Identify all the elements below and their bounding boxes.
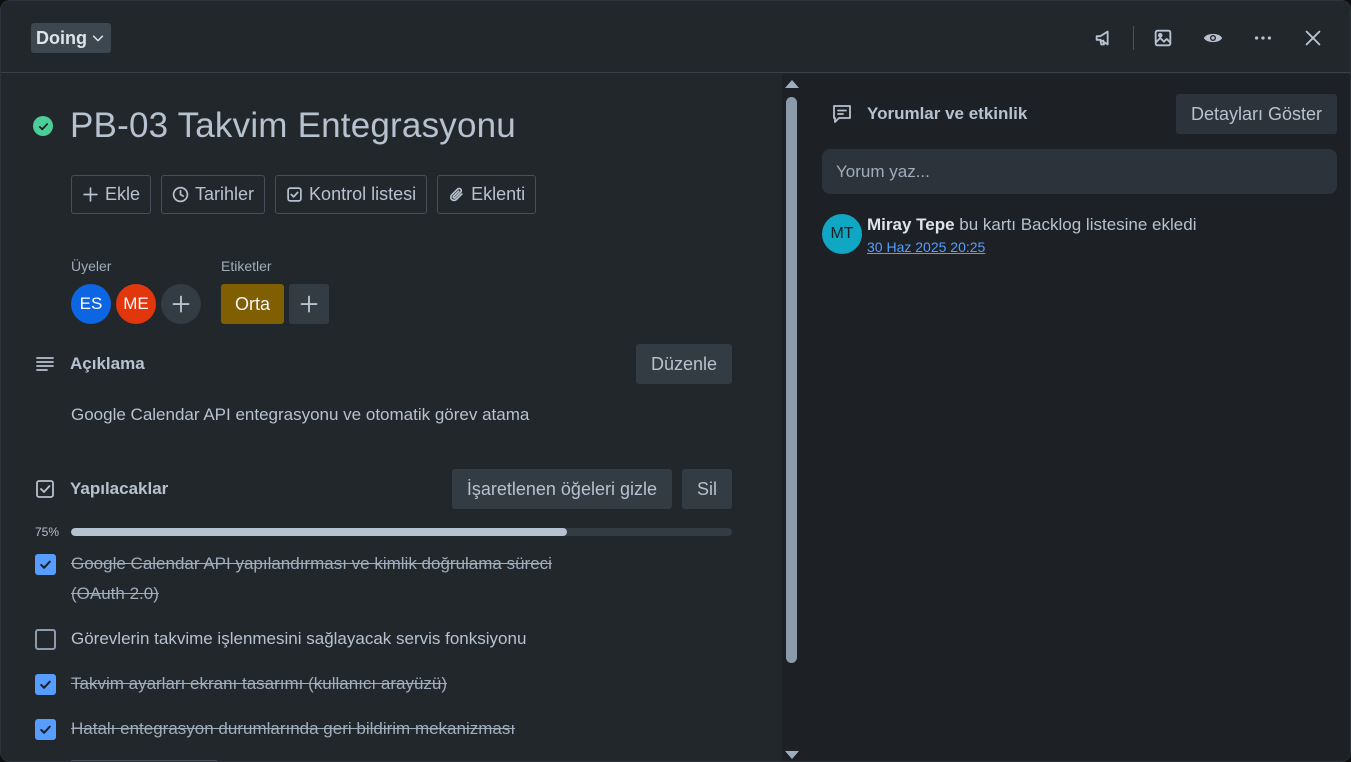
activity-action: bu kartı Backlog listesine ekledi [959,215,1197,234]
card-details-pane: PB-03 Takvim Entegrasyonu Ekle Tarihler … [1,74,782,761]
add-member-button[interactable] [161,284,201,324]
checklist-icon [36,480,54,498]
activity-title: Yorumlar ve etkinlik [867,104,1028,123]
members-label: Üyeler [71,258,112,274]
complete-check-icon[interactable] [33,116,53,136]
activity-header: Yorumlar ve etkinlik Detayları Göster [831,94,1337,134]
image-icon[interactable] [1148,23,1178,53]
activity-pane: Yorumlar ve etkinlik Detayları Göster MT… [802,74,1350,761]
header-actions [1089,23,1328,53]
card-title[interactable]: PB-03 Takvim Entegrasyonu [70,106,516,146]
labels-list: Orta [221,284,330,324]
activity-line: Miray Tepe bu kartı Backlog listesine ek… [867,214,1196,236]
description-title: Açıklama [70,354,145,373]
show-details-button[interactable]: Detayları Göster [1175,94,1337,134]
checklist-progress: 75% [35,525,732,539]
more-icon[interactable] [1248,23,1278,53]
dates-button-label: Tarihler [195,184,255,204]
add-button[interactable]: Ekle [71,175,152,214]
checkbox[interactable] [35,674,56,695]
activity-user[interactable]: Miray Tepe [867,215,955,234]
checkbox[interactable] [35,719,56,740]
checklist-button-label: Kontrol listesi [309,184,417,204]
activity-entry: MT Miray Tepe bu kartı Backlog listesine… [822,214,1196,258]
eye-icon[interactable] [1198,23,1228,53]
header-divider [1133,26,1134,50]
label-chip[interactable]: Orta [221,284,285,324]
checklist-header: Yapılacaklar İşaretlenen öğeleri gizle S… [35,469,732,509]
add-button-label: Ekle [105,184,141,204]
plus-icon [83,187,98,202]
attachment-button[interactable]: Eklenti [437,175,537,214]
close-icon[interactable] [1298,23,1328,53]
plus-icon [172,295,190,313]
checklist-item: Hatalı entegrasyon durumlarında geri bil… [35,719,595,744]
progress-track [71,528,732,536]
avatar[interactable]: ES [71,284,111,324]
checklist-item: Görevlerin takvime işlenmesini sağlayaca… [35,629,595,654]
status-label: Doing [36,27,87,48]
scroll-down-arrow-icon[interactable] [785,751,799,759]
text-lines-icon [36,357,54,371]
members-list: ES ME [71,284,201,324]
checklist-icon [287,187,302,202]
hide-checked-button[interactable]: İşaretlenen öğeleri gizle [451,469,672,509]
activity-timestamp[interactable]: 30 Haz 2025 20:25 [867,236,1196,258]
checklist-item: Google Calendar API yapılandırması ve ki… [35,554,595,609]
delete-checklist-button[interactable]: Sil [681,469,732,509]
card-modal: Doing PB-03 Takvim Entegrasyonu Ekle Tar… [0,0,1351,762]
checklist-item-text[interactable]: Görevlerin takvime işlenmesini sağlayaca… [71,624,526,654]
scroll-up-arrow-icon[interactable] [785,80,799,88]
checklist-title: Yapılacaklar [70,479,169,498]
labels-label: Etiketler [221,258,272,274]
activity-body: Miray Tepe bu kartı Backlog listesine ek… [867,214,1196,258]
scroll-thumb[interactable] [786,97,797,663]
checklist-item-text[interactable]: Takvim ayarları ekranı tasarımı (kullanı… [71,669,447,699]
progress-fill [71,528,567,536]
checklist-item-text[interactable]: Hatalı entegrasyon durumlarında geri bil… [71,714,515,744]
title-row: PB-03 Takvim Entegrasyonu [33,106,516,146]
paperclip-icon [450,187,463,202]
checklist-button[interactable]: Kontrol listesi [275,175,428,214]
checkbox[interactable] [35,554,56,575]
scrollbar[interactable] [782,74,802,761]
plus-icon [300,295,318,313]
attachment-button-label: Eklenti [471,184,526,204]
comment-icon [833,105,851,123]
card-actions: Ekle Tarihler Kontrol listesi Eklenti [71,175,537,214]
chevron-down-icon [92,35,104,42]
modal-header: Doing [1,1,1350,73]
add-label-button[interactable] [289,284,330,324]
progress-percent: 75% [35,525,60,539]
status-dropdown[interactable]: Doing [31,23,111,53]
avatar[interactable]: ME [116,284,156,324]
checklist-item-text[interactable]: Google Calendar API yapılandırması ve ki… [71,549,595,609]
avatar[interactable]: MT [822,214,862,254]
checkbox[interactable] [35,629,56,650]
megaphone-icon[interactable] [1089,23,1119,53]
dates-button[interactable]: Tarihler [161,175,266,214]
comment-input[interactable] [822,149,1337,194]
description-text[interactable]: Google Calendar API entegrasyonu ve otom… [71,405,529,425]
checklist-item: Takvim ayarları ekranı tasarımı (kullanı… [35,674,595,699]
clock-icon [172,186,189,203]
edit-description-button[interactable]: Düzenle [635,344,732,384]
description-header: Açıklama Düzenle [35,344,732,384]
